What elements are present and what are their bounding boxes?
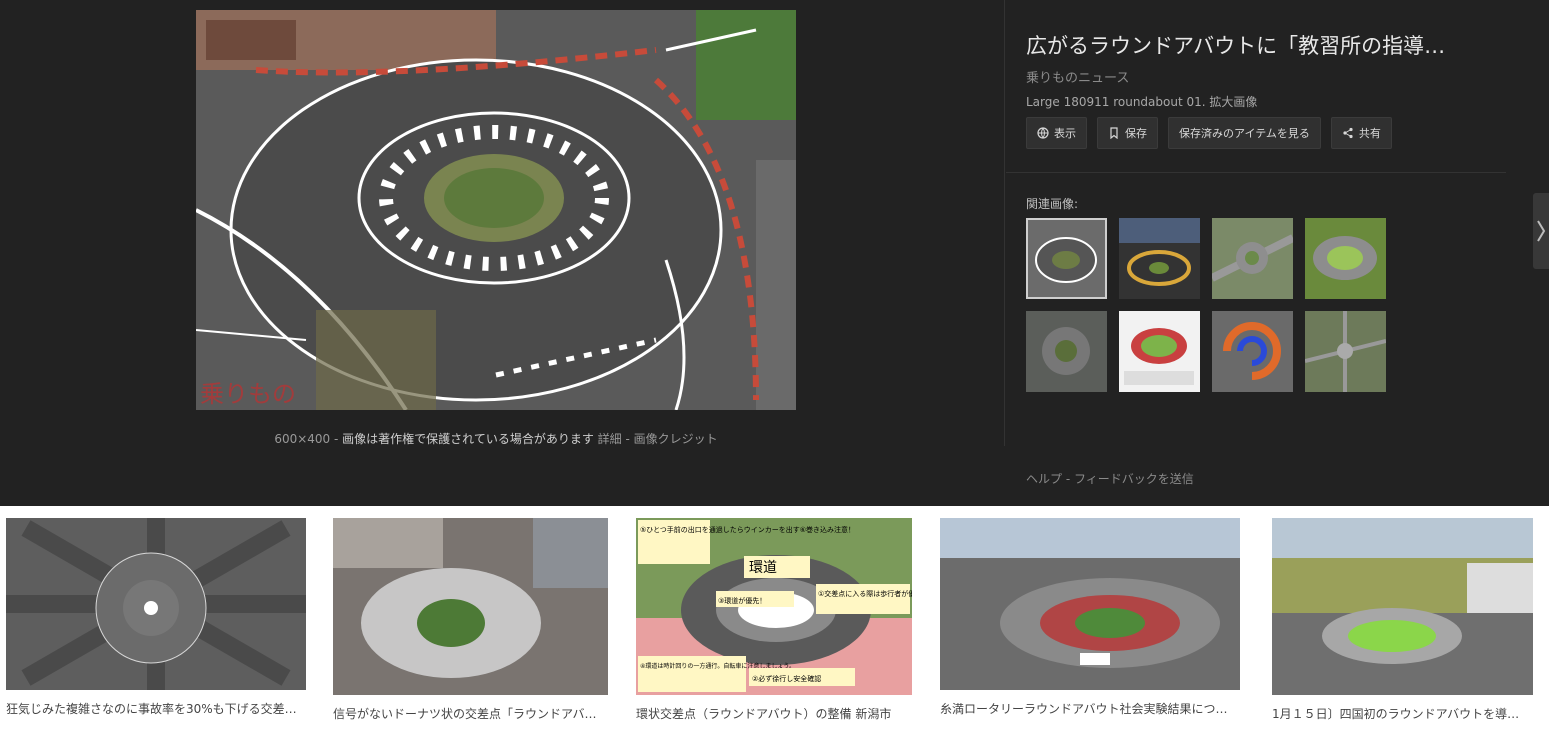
main-image[interactable]: 乗りもの [196, 10, 796, 410]
globe-icon [1037, 127, 1049, 139]
view-button[interactable]: 表示 [1026, 117, 1087, 149]
result-card[interactable]: 1月１５日〕四国初のラウンドアバウトを導… [1272, 518, 1533, 722]
chevron-right-icon [1537, 220, 1546, 242]
result-caption[interactable]: 信号がないドーナツ状の交差点「ラウンドアバ… [333, 705, 608, 722]
result-image[interactable] [333, 518, 608, 695]
saved-items-label: 保存済みのアイテムを見る [1179, 127, 1310, 140]
saved-items-button[interactable]: 保存済みのアイテムを見る [1168, 117, 1321, 149]
image-meta: 600×400 - 画像は著作権で保護されている場合があります 詳細 - 画像ク… [274, 432, 718, 446]
result-card[interactable]: 環道 ⑤ひとつ手前の出口を通過したらウインカーを出す⑥巻き込み注意！ ①交差点に… [636, 518, 912, 722]
help-link[interactable]: ヘルプ [1026, 472, 1062, 486]
results-strip: 狂気じみた複雑さなのに事故率を30%も下げる交差… 信号がないドーナツ状の交差点… [0, 506, 1549, 729]
feedback-link[interactable]: フィードバックを送信 [1074, 472, 1194, 486]
result-image[interactable]: 環道 ⑤ひとつ手前の出口を通過したらウインカーを出す⑥巻き込み注意！ ①交差点に… [636, 518, 912, 695]
related-thumb[interactable] [1212, 311, 1293, 392]
related-thumb[interactable] [1212, 218, 1293, 299]
related-thumb[interactable] [1305, 311, 1386, 392]
share-button-label: 共有 [1358, 127, 1381, 140]
note5-label: ⑤ひとつ手前の出口を通過したらウインカーを出す⑥巻き込み注意！ [640, 525, 855, 534]
share-icon [1343, 127, 1353, 139]
result-card[interactable]: 糸満ロータリーラウンドアバウト社会実験結果につ… [940, 518, 1240, 717]
image-info: 広がるラウンドアバウトに「教習所の指導… 乗りものニュース Large 1809… [1026, 30, 1496, 110]
bookmark-icon [1110, 127, 1118, 139]
related-thumb[interactable] [1119, 311, 1200, 392]
related-thumb[interactable] [1026, 218, 1107, 299]
related-thumb[interactable] [1026, 311, 1107, 392]
next-image-button[interactable] [1533, 193, 1549, 269]
viewer-footer: ヘルプ - フィードバックを送信 [1026, 472, 1194, 486]
note2-label: ②必ず徐行し安全確認 [752, 674, 821, 683]
related-images-label: 関連画像: [1026, 197, 1079, 211]
watermark-text: 乗りもの [200, 380, 296, 408]
result-caption[interactable]: 狂気じみた複雑さなのに事故率を30%も下げる交差… [6, 700, 306, 717]
result-image[interactable] [1272, 518, 1533, 695]
result-caption[interactable]: 環状交差点（ラウンドアバウト）の整備 新潟市 [636, 705, 912, 722]
save-button[interactable]: 保存 [1097, 117, 1158, 149]
result-card[interactable]: 狂気じみた複雑さなのに事故率を30%も下げる交差… [6, 518, 306, 717]
image-source[interactable]: 乗りものニュース [1026, 67, 1496, 86]
action-buttons: 表示 保存 保存済みのアイテムを見る 共有 [1026, 117, 1392, 149]
note3-label: ③環道が優先！ [718, 596, 766, 605]
related-thumb[interactable] [1119, 218, 1200, 299]
copyright-note: 画像は著作権で保護されている場合があります [342, 432, 594, 446]
image-viewer-panel: 乗りもの 600×400 - 画像は著作権で保護されている場合があります 詳細 … [0, 0, 1549, 506]
note1-label: ①交差点に入る際は歩行者が優先！ [818, 589, 912, 598]
result-card[interactable]: 信号がないドーナツ状の交差点「ラウンドアバ… [333, 518, 608, 722]
view-button-label: 表示 [1054, 127, 1076, 140]
result-image[interactable] [940, 518, 1240, 690]
vertical-divider [1004, 0, 1005, 446]
result-caption[interactable]: 1月１５日〕四国初のラウンドアバウトを導… [1272, 705, 1533, 722]
details-link[interactable]: 詳細 [598, 432, 622, 446]
result-image[interactable] [6, 518, 306, 690]
save-button-label: 保存 [1125, 127, 1147, 140]
image-title[interactable]: 広がるラウンドアバウトに「教習所の指導… [1026, 30, 1496, 60]
image-size: 600×400 [274, 432, 331, 446]
ring-label: 環道 [749, 560, 777, 576]
image-credit-link[interactable]: 画像クレジット [634, 432, 718, 446]
image-subtitle: Large 180911 roundabout 01. 拡大画像 [1026, 95, 1258, 109]
result-caption[interactable]: 糸満ロータリーラウンドアバウト社会実験結果につ… [940, 700, 1240, 717]
related-thumb[interactable] [1305, 218, 1386, 299]
horizontal-divider [1006, 172, 1506, 173]
share-button[interactable]: 共有 [1330, 117, 1392, 149]
